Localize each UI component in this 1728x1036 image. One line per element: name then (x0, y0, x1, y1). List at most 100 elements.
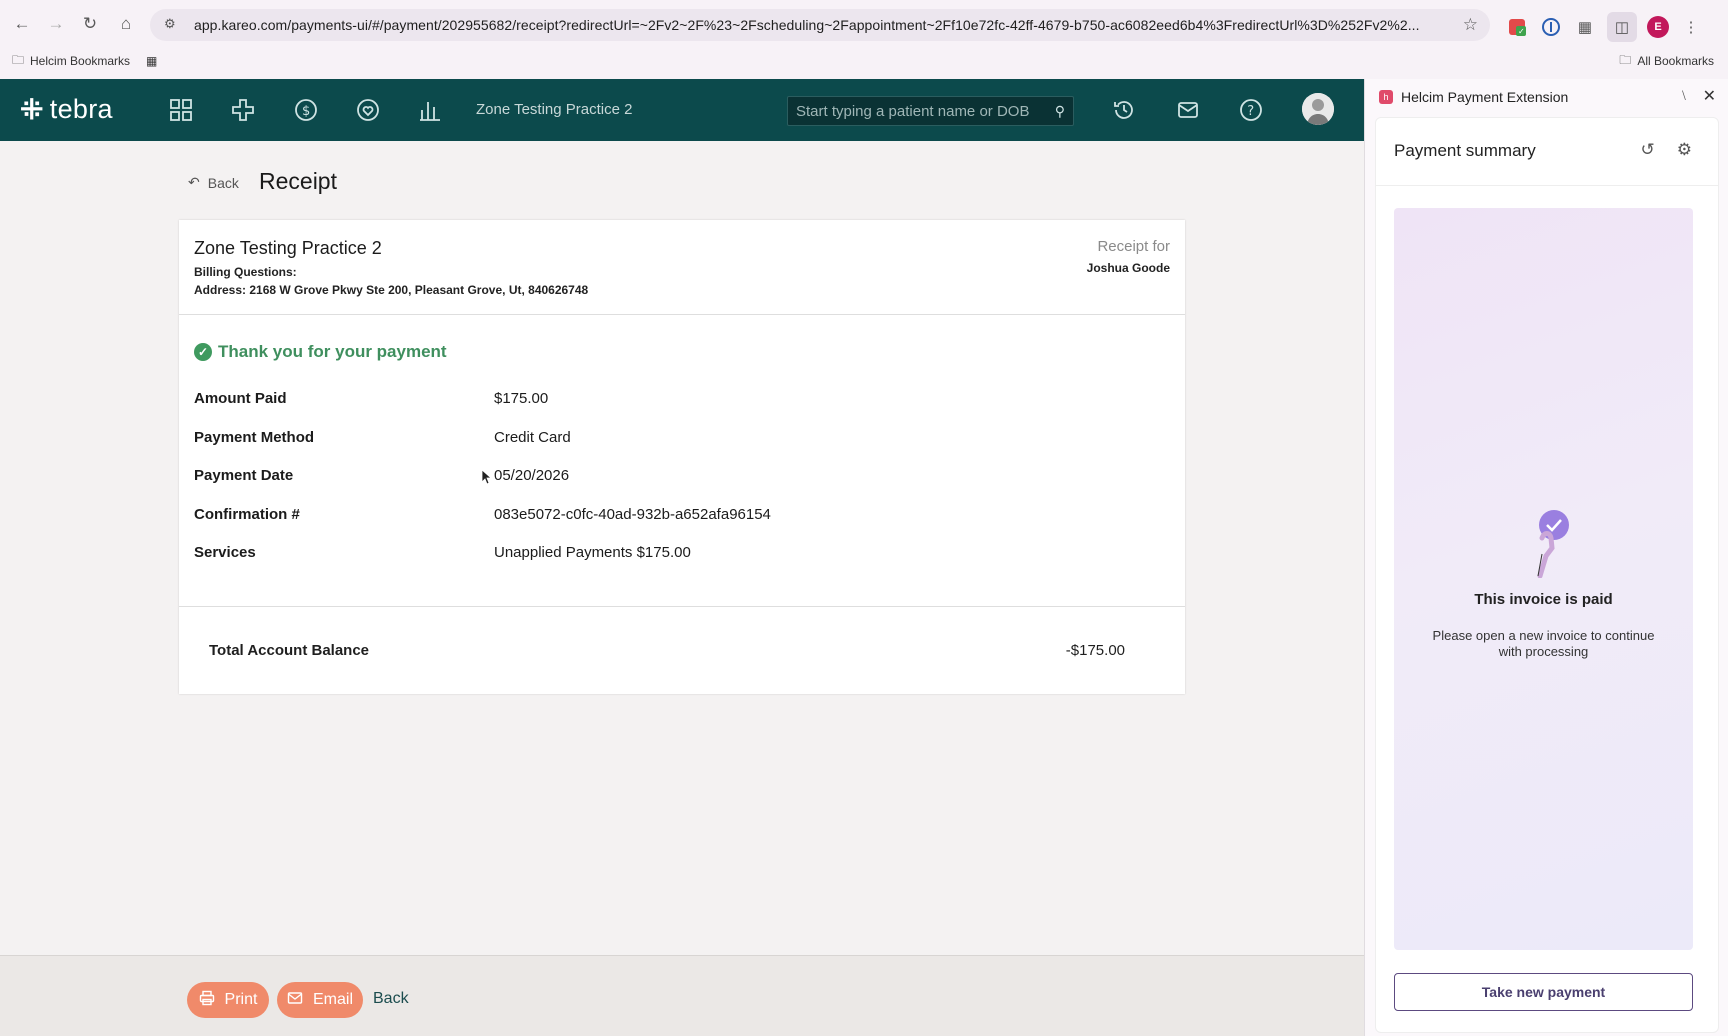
detail-row: Amount Paid $175.00 (194, 390, 1094, 429)
tebra-logo-icon: ⁜ (20, 94, 44, 125)
extensions-puzzle-icon[interactable]: ▦ (1573, 15, 1597, 39)
payment-success-message: ✓ Thank you for your payment (194, 342, 447, 362)
receipt-practice-name: Zone Testing Practice 2 (194, 238, 382, 258)
back-arrow-icon[interactable]: ← (6, 8, 38, 40)
folder-icon: 🗀 (12, 52, 25, 67)
divider (179, 606, 1185, 607)
total-account-balance: Total Account Balance -$175.00 (209, 642, 1125, 659)
logo-text: tebra (49, 94, 113, 124)
printer-icon (199, 990, 215, 1011)
all-bookmarks-label: All Bookmarks (1637, 54, 1714, 68)
url-text: app.kareo.com/payments-ui/#/payment/2029… (194, 17, 1420, 33)
detail-row: Services Unapplied Payments $175.00 (194, 544, 1094, 583)
invoice-paid-subtitle: Please open a new invoice to continue wi… (1432, 628, 1655, 659)
tebra-logo[interactable]: ⁜ tebra (20, 93, 113, 126)
print-label: Print (224, 991, 258, 1008)
mouse-cursor-icon (481, 469, 493, 490)
unpin-icon[interactable]: ⧵ (1682, 88, 1686, 104)
extension-calendar-icon[interactable]: ✓ (1505, 15, 1529, 39)
home-icon[interactable]: ⌂ (110, 8, 142, 40)
check-circle-icon: ✓ (194, 343, 212, 361)
address-bar[interactable]: ⚙ app.kareo.com/payments-ui/#/payment/20… (150, 9, 1490, 41)
receipt-for: Receipt for Joshua Goode (1087, 238, 1170, 275)
dashboard-grid-icon[interactable] (167, 96, 195, 124)
email-label: Email (313, 991, 354, 1008)
apps-grid-icon[interactable]: ▦ (146, 54, 157, 68)
practice-name[interactable]: Zone Testing Practice 2 (476, 101, 632, 118)
history-icon[interactable] (1110, 96, 1138, 124)
browser-chrome: ← → ↻ ⌂ ⚙ app.kareo.com/payments-ui/#/pa… (0, 0, 1728, 79)
invoice-paid-box: This invoice is paid Please open a new i… (1394, 208, 1693, 950)
patient-search[interactable]: ⚲ (787, 96, 1074, 126)
detail-row: Confirmation # 083e5072-c0fc-40ad-932b-a… (194, 506, 1094, 545)
paid-hand-illustration-icon (1524, 508, 1574, 579)
app-header: ⁜ tebra $ Zone Testing Practice 2 ⚲ ? (0, 79, 1364, 141)
patient-search-input[interactable] (796, 102, 1036, 120)
practice-address: Address: 2168 W Grove Pkwy Ste 200, Plea… (194, 283, 589, 297)
refresh-icon[interactable]: ↺ (1641, 140, 1655, 160)
close-icon[interactable]: ✕ (1703, 86, 1716, 106)
total-value: -$175.00 (1065, 642, 1125, 659)
detail-row: Payment Method Credit Card (194, 429, 1094, 468)
bookmark-star-icon[interactable]: ☆ (1463, 15, 1478, 35)
svg-text:?: ? (1247, 104, 1254, 119)
patient-name: Joshua Goode (1086, 261, 1170, 275)
detail-value: 083e5072-c0fc-40ad-932b-a652afa96154 (494, 505, 771, 523)
patient-engagement-icon[interactable] (354, 96, 382, 124)
take-new-payment-button[interactable]: Take new payment (1394, 973, 1693, 1011)
main-content: ↶ Back Receipt Zone Testing Practice 2 B… (0, 141, 1364, 956)
settings-gear-icon[interactable]: ⚙ (1677, 140, 1692, 160)
envelope-icon (287, 990, 303, 1011)
helcim-logo-icon: h (1379, 89, 1393, 104)
password-manager-icon[interactable] (1539, 15, 1563, 39)
detail-value: 05/20/2026 (494, 467, 570, 484)
receipt-card: Zone Testing Practice 2 Billing Question… (179, 220, 1185, 694)
page-title: Receipt (259, 168, 337, 194)
detail-label: Amount Paid (194, 390, 287, 407)
invoice-paid-title: This invoice is paid (1474, 591, 1613, 608)
reports-bar-chart-icon[interactable] (416, 96, 444, 124)
mail-icon[interactable] (1174, 96, 1202, 124)
user-avatar[interactable] (1302, 93, 1334, 125)
back-link-label: Back (207, 174, 239, 191)
detail-value: Credit Card (494, 428, 571, 446)
browser-menu-icon[interactable]: ⋮ (1679, 15, 1703, 39)
print-button[interactable]: Print (187, 982, 269, 1018)
action-footer: Print Email Back (0, 955, 1364, 1036)
bookmark-folder-helcim[interactable]: 🗀 Helcim Bookmarks (12, 51, 130, 72)
payment-summary-card: Payment summary ↺ ⚙ This invoice is paid… (1375, 117, 1719, 1033)
payment-details: Amount Paid $175.00 Payment Method Credi… (194, 390, 1094, 583)
reload-icon[interactable]: ↻ (74, 8, 106, 40)
detail-label: Payment Date (194, 467, 294, 484)
clinical-cross-icon[interactable] (229, 96, 257, 124)
thank-you-text: Thank you for your payment (218, 342, 447, 361)
receipt-header: Zone Testing Practice 2 Billing Question… (179, 220, 1185, 315)
email-button[interactable]: Email (277, 982, 363, 1018)
divider (1376, 185, 1718, 186)
total-label: Total Account Balance (209, 642, 370, 659)
side-panel-icon[interactable]: ◫ (1607, 12, 1637, 42)
detail-label: Confirmation # (194, 505, 300, 523)
billing-questions: Billing Questions: (194, 265, 297, 279)
site-settings-icon[interactable]: ⚙ (164, 16, 182, 34)
help-icon[interactable]: ? (1237, 96, 1265, 124)
bookmark-folder-label: Helcim Bookmarks (30, 54, 131, 68)
search-icon[interactable]: ⚲ (1055, 103, 1065, 120)
all-bookmarks[interactable]: 🗀 All Bookmarks (1619, 51, 1714, 72)
billing-dollar-icon[interactable]: $ (292, 96, 320, 124)
payment-summary-title: Payment summary (1394, 141, 1536, 160)
detail-value: Unapplied Payments $175.00 (494, 544, 691, 561)
back-link[interactable]: ↶ Back (188, 174, 239, 191)
profile-avatar[interactable]: E (1647, 16, 1669, 38)
detail-value: $175.00 (494, 390, 549, 407)
footer-back-button[interactable]: Back (373, 990, 409, 1008)
forward-arrow-icon[interactable]: → (40, 8, 72, 40)
folder-icon: 🗀 (1619, 52, 1632, 67)
extension-title: Helcim Payment Extension (1401, 88, 1569, 105)
svg-text:✓: ✓ (1518, 27, 1525, 36)
helcim-extension-panel: h Helcim Payment Extension ⧵ ✕ Payment s… (1364, 79, 1728, 1036)
detail-row: Payment Date 05/20/2026 (194, 467, 1094, 506)
svg-text:$: $ (302, 104, 310, 119)
detail-label: Services (194, 544, 256, 561)
back-arrow-icon: ↶ (188, 174, 200, 190)
